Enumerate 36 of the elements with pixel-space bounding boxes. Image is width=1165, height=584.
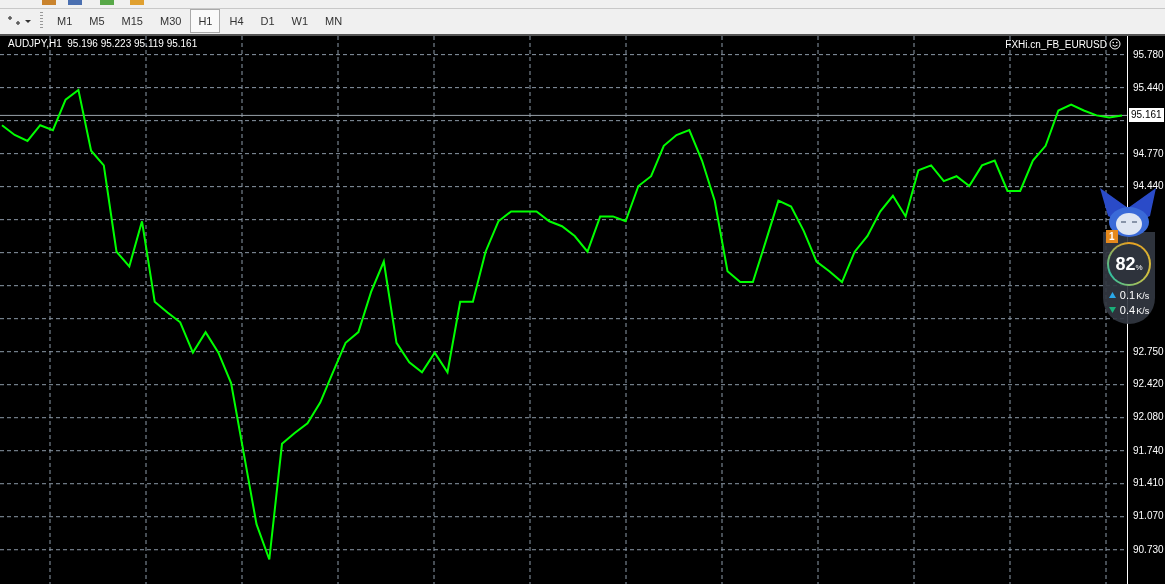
axis-label: 94.440 (1133, 179, 1164, 193)
axis-label: 91.410 (1133, 476, 1164, 490)
axis-label: 92.750 (1133, 344, 1164, 359)
expert-name: FXHi.cn_FB_EURUSD (1005, 38, 1107, 50)
upload-arrow-icon (1108, 292, 1116, 298)
axis-label: 95.780 (1133, 47, 1164, 62)
toolbar-icon[interactable] (130, 0, 144, 5)
smiley-icon (1109, 38, 1121, 50)
axis-label: 92.080 (1133, 410, 1164, 425)
timeframe-tab[interactable]: M30 (151, 9, 190, 34)
axis-label: 90.730 (1133, 542, 1164, 557)
timeframe-tab[interactable]: H1 (190, 9, 221, 34)
notification-badge: 1 (1106, 230, 1118, 243)
timeframe-tab[interactable]: D1 (252, 9, 283, 34)
toolbar-grip[interactable] (40, 12, 43, 31)
axis-label: 91.740 (1133, 443, 1164, 458)
axis-label: 95.440 (1133, 80, 1164, 95)
toolbar-icon[interactable] (100, 0, 114, 5)
timeframe-tab[interactable]: MN (317, 9, 351, 34)
chart-title: AUDJPY,H1 95.196 95.223 95.119 95.161 (8, 38, 198, 49)
timeframe-tab[interactable]: M15 (113, 9, 151, 34)
axis-label: 94.770 (1133, 146, 1164, 161)
upload-speed: 0.1 K/s (1119, 289, 1150, 301)
usage-percent: 82% (1115, 253, 1143, 275)
axis-label: 92.420 (1133, 377, 1164, 391)
timeframe-tab[interactable]: M1 (49, 9, 81, 34)
download-arrow-icon (1108, 307, 1116, 313)
speed-widget-panel[interactable]: 1 82% 0.1 K/s 0.4 K/s (1103, 232, 1155, 324)
toolbar-icon[interactable] (68, 0, 82, 5)
timeframe-tab[interactable]: W1 (283, 9, 317, 34)
toolbar-icon[interactable] (42, 0, 56, 5)
timeframe-tab[interactable]: H4 (221, 9, 252, 34)
axis-label: 91.070 (1133, 509, 1164, 524)
timeframe-tab[interactable]: M5 (81, 9, 113, 34)
download-speed: 0.4 K/s (1119, 304, 1150, 316)
price-label: 95.161 (1129, 108, 1164, 123)
